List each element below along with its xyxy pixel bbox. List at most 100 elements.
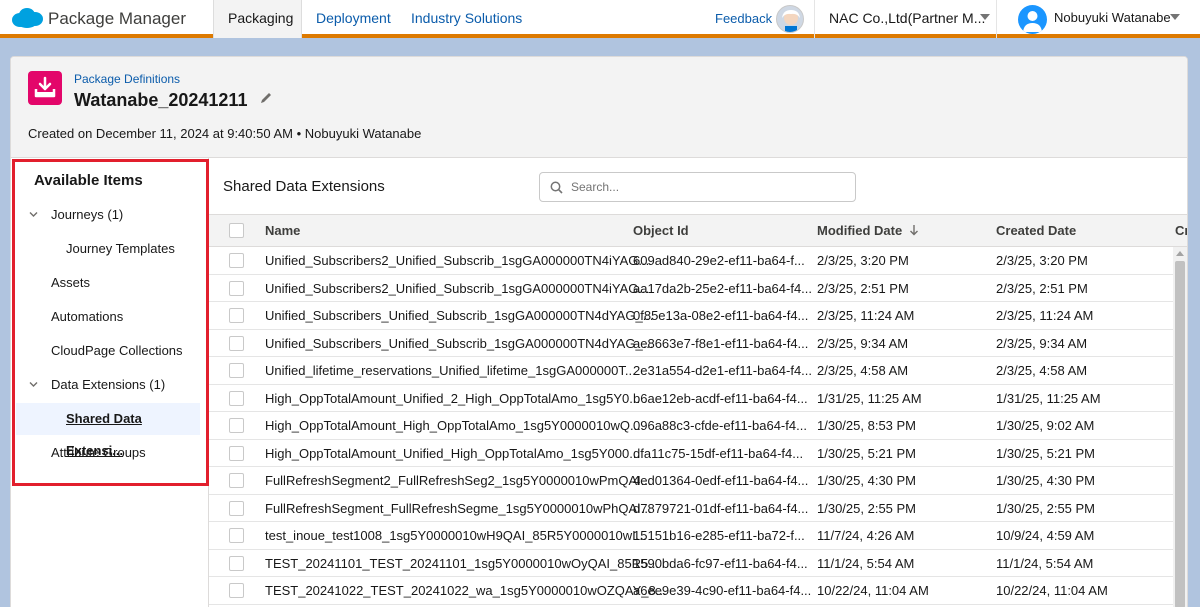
nav-divider: [814, 0, 815, 38]
cell-name: FullRefreshSegment2_FullRefreshSeg2_1sg5…: [265, 473, 652, 488]
table-row[interactable]: TEST_20241101_TEST_20241101_1sg5Y0000010…: [209, 550, 1174, 577]
cell-name: High_OppTotalAmount_Unified_2_High_OppTo…: [265, 390, 641, 406]
cell-created-date: 1/31/25, 11:25 AM: [996, 390, 1101, 406]
cell-object-id: ae8663e7-f8e1-ef11-ba64-f4...: [633, 335, 809, 351]
available-items-panel: Available Items Journeys (1) Journey Tem…: [11, 158, 209, 607]
row-checkbox[interactable]: [229, 583, 244, 598]
breadcrumb[interactable]: Package Definitions: [74, 72, 180, 86]
row-checkbox[interactable]: [229, 418, 244, 433]
row-checkbox[interactable]: [229, 473, 244, 488]
table-row[interactable]: Unified_Subscribers_Unified_Subscrib_1sg…: [209, 330, 1174, 357]
cell-created-date: 1/30/25, 9:02 AM: [996, 418, 1095, 433]
cell-name: Unified_lifetime_reservations_Unified_li…: [265, 363, 636, 378]
user-avatar[interactable]: [1018, 5, 1047, 34]
package-icon: [28, 71, 62, 105]
tree-item-label: CloudPage Collections: [51, 343, 183, 358]
tree-item-cloudpage-collections[interactable]: CloudPage Collections: [11, 335, 203, 367]
column-header-created-date[interactable]: Created Date: [996, 215, 1076, 246]
row-checkbox[interactable]: [229, 280, 244, 296]
table-row[interactable]: test_inoue_test1008_1sg5Y0000010wH9QAI_8…: [209, 522, 1174, 550]
table-row[interactable]: Unified_Subscribers2_Unified_Subscrib_1s…: [209, 275, 1174, 302]
tree-item-label: Attribute Groups: [51, 445, 146, 460]
table-row[interactable]: TEST_20241022_TEST_20241022_wa_1sg5Y0000…: [209, 577, 1174, 605]
row-checkbox[interactable]: [229, 308, 244, 323]
table-row[interactable]: FullRefreshSegment2_FullRefreshSeg2_1sg5…: [209, 467, 1174, 495]
tree-item-shared-data-extensions[interactable]: Shared Data Extensi...: [16, 403, 200, 458]
section-title: Shared Data Extensions: [223, 178, 385, 195]
cell-name: TEST_20241022_TEST_20241022_wa_1sg5Y0000…: [265, 583, 667, 598]
row-checkbox[interactable]: [229, 500, 244, 516]
cell-object-id: 1590bda6-fc97-ef11-ba64-f4...: [633, 555, 808, 571]
cell-name: test_inoue_test1008_1sg5Y0000010wH9QAI_8…: [265, 528, 647, 543]
cell-created-date: 10/9/24, 4:59 AM: [996, 528, 1095, 543]
tab-industry-solutions[interactable]: Industry Solutions: [397, 0, 536, 38]
feedback-link[interactable]: Feedback: [715, 11, 772, 26]
cell-modified-date: 1/30/25, 8:53 PM: [817, 418, 917, 433]
chevron-down-icon[interactable]: [980, 14, 990, 20]
einstein-avatar-icon[interactable]: [776, 5, 804, 33]
table-body: Unified_Subscribers2_Unified_Subscrib_1s…: [209, 247, 1174, 607]
available-items-title: Available Items: [34, 172, 143, 189]
tree-item-label: Data Extensions (1): [51, 377, 166, 392]
pencil-edit-icon[interactable]: [259, 91, 273, 105]
tab-packaging[interactable]: Packaging: [213, 0, 302, 38]
tree-item-automations[interactable]: Automations: [11, 301, 203, 333]
cell-object-id: aa17da2b-25e2-ef11-ba64-f4...: [633, 280, 813, 296]
sort-arrow-down-icon[interactable]: [909, 224, 919, 236]
tree-item-data-extensions[interactable]: Data Extensions (1): [11, 369, 203, 401]
tree-item-journey-templates[interactable]: Journey Templates: [11, 233, 203, 265]
table-row[interactable]: High_OppTotalAmount_Unified_High_OppTota…: [209, 440, 1174, 467]
table-row[interactable]: High_OppTotalAmount_High_OppTotalAmo_1sg…: [209, 412, 1174, 440]
row-checkbox[interactable]: [229, 335, 244, 351]
column-header-name[interactable]: Name: [265, 215, 300, 246]
cell-created-date: 11/1/24, 5:54 AM: [996, 555, 1094, 571]
row-checkbox[interactable]: [229, 528, 244, 543]
cell-modified-date: 2/3/25, 11:24 AM: [817, 308, 915, 323]
table-header: Name Object Id Modified Date Created Dat…: [209, 214, 1187, 247]
search-input[interactable]: [571, 178, 841, 196]
row-checkbox[interactable]: [229, 555, 244, 571]
tree-item-journeys[interactable]: Journeys (1): [11, 199, 203, 231]
cell-created-date: 2/3/25, 4:58 AM: [996, 363, 1088, 378]
row-checkbox[interactable]: [229, 253, 244, 268]
cell-created-date: 1/30/25, 2:55 PM: [996, 500, 1096, 516]
table-row[interactable]: Unified_lifetime_reservations_Unified_li…: [209, 357, 1174, 385]
cell-created-date: 2/3/25, 3:20 PM: [996, 253, 1088, 268]
created-info: Created on December 11, 2024 at 9:40:50 …: [28, 126, 422, 141]
cell-modified-date: 2/3/25, 4:58 AM: [817, 363, 909, 378]
cell-object-id: 15151b16-e285-ef11-ba72-f...: [633, 528, 805, 543]
search-box[interactable]: [539, 172, 856, 202]
cell-name: High_OppTotalAmount_High_OppTotalAmo_1sg…: [265, 418, 641, 433]
column-header-label: Modified Date: [817, 223, 903, 238]
cell-name: FullRefreshSegment_FullRefreshSegme_1sg5…: [265, 500, 652, 516]
vertical-scrollbar[interactable]: [1173, 247, 1187, 607]
chevron-down-icon[interactable]: [29, 380, 38, 389]
tree-item-label: Assets: [51, 275, 91, 290]
chevron-down-icon[interactable]: [1170, 14, 1180, 20]
row-checkbox[interactable]: [229, 390, 244, 406]
user-name[interactable]: Nobuyuki Watanabe: [1054, 10, 1171, 25]
column-header-created-by[interactable]: Cr: [1175, 215, 1187, 246]
cell-modified-date: 11/1/24, 5:54 AM: [817, 555, 915, 571]
scroll-up-icon[interactable]: [1176, 251, 1184, 256]
cell-modified-date: 1/30/25, 2:55 PM: [817, 500, 917, 516]
scrollbar-thumb[interactable]: [1175, 261, 1185, 607]
cell-name: TEST_20241101_TEST_20241101_1sg5Y0000010…: [265, 555, 660, 571]
tab-deployment[interactable]: Deployment: [302, 0, 405, 38]
column-header-object-id[interactable]: Object Id: [633, 215, 689, 246]
cell-name: Unified_Subscribers_Unified_Subscrib_1sg…: [265, 308, 654, 323]
row-checkbox[interactable]: [229, 445, 244, 461]
cell-created-date: 1/30/25, 4:30 PM: [996, 473, 1096, 488]
table-row[interactable]: High_OppTotalAmount_Unified_2_High_OppTo…: [209, 385, 1174, 412]
cell-object-id: 096a88c3-cfde-ef11-ba64-f4...: [633, 418, 807, 433]
select-all-checkbox[interactable]: [229, 223, 244, 238]
tree-item-attribute-groups[interactable]: Attribute Groups: [11, 437, 203, 469]
table-row[interactable]: Unified_Subscribers_Unified_Subscrib_1sg…: [209, 302, 1174, 330]
chevron-down-icon[interactable]: [29, 210, 38, 219]
table-row[interactable]: Unified_Subscribers2_Unified_Subscrib_1s…: [209, 247, 1174, 275]
column-header-modified-date[interactable]: Modified Date: [817, 215, 919, 246]
table-row[interactable]: FullRefreshSegment_FullRefreshSegme_1sg5…: [209, 495, 1174, 522]
tree-item-assets[interactable]: Assets: [11, 267, 203, 299]
row-checkbox[interactable]: [229, 363, 244, 378]
org-switcher[interactable]: NAC Co.,Ltd(Partner M...: [829, 10, 985, 26]
